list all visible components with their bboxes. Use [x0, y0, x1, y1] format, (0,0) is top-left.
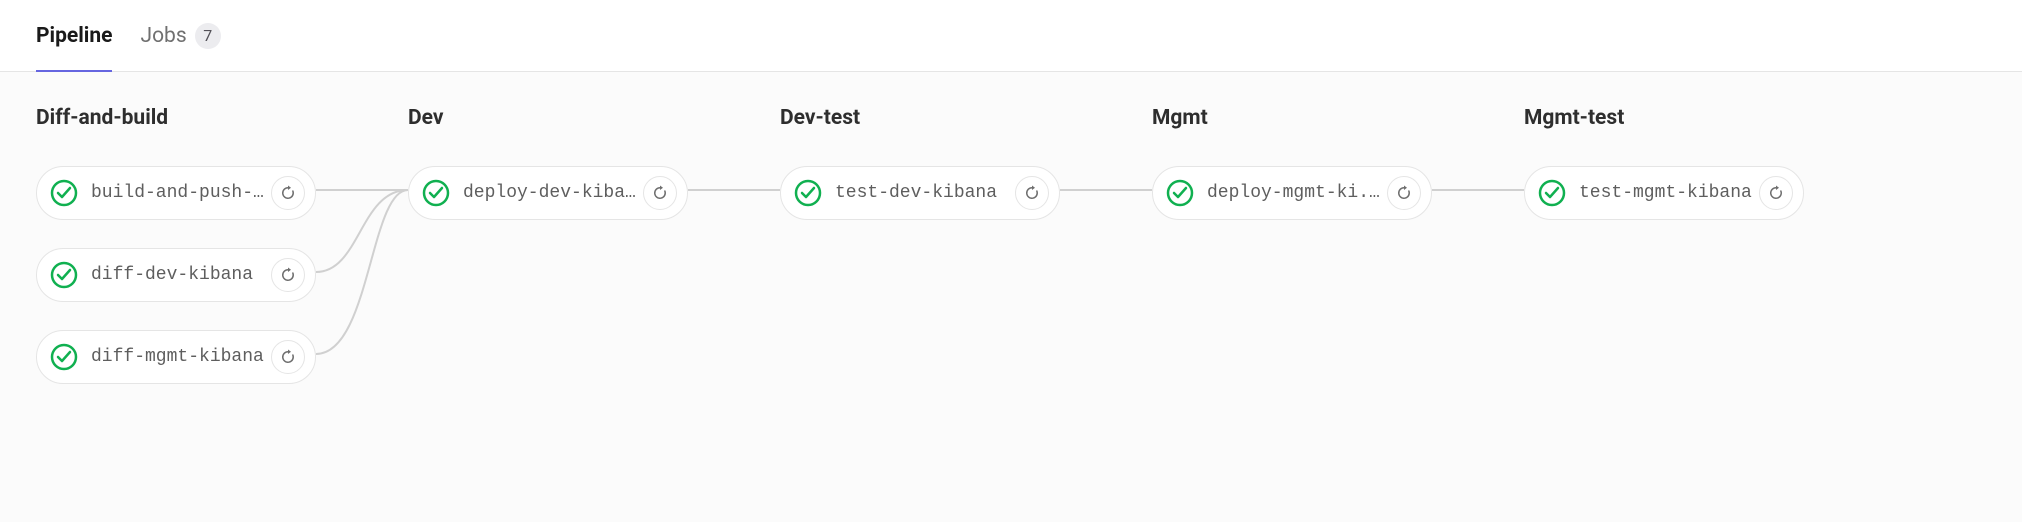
- success-icon: [1535, 176, 1569, 210]
- retry-icon: [279, 184, 297, 202]
- stage-title: Diff-and-build: [36, 106, 316, 130]
- retry-icon: [1395, 184, 1413, 202]
- retry-icon: [1023, 184, 1041, 202]
- retry-button[interactable]: [643, 176, 677, 210]
- retry-icon: [279, 348, 297, 366]
- job-name: build-and-push-...: [91, 183, 271, 203]
- tab-pipeline-label: Pipeline: [36, 24, 112, 48]
- success-icon: [47, 340, 81, 374]
- job-build-and-push[interactable]: build-and-push-...: [36, 166, 316, 220]
- tabs-bar: Pipeline Jobs 7: [0, 0, 2022, 72]
- stage-jobs: deploy-dev-kibana: [408, 166, 688, 220]
- stage-title: Mgmt-test: [1524, 106, 1804, 130]
- job-test-dev-kibana[interactable]: test-dev-kibana: [780, 166, 1060, 220]
- job-diff-mgmt-kibana[interactable]: diff-mgmt-kibana: [36, 330, 316, 384]
- jobs-count-badge: 7: [195, 23, 221, 49]
- retry-icon: [279, 266, 297, 284]
- retry-button[interactable]: [1387, 176, 1421, 210]
- retry-button[interactable]: [1759, 176, 1793, 210]
- tab-pipeline[interactable]: Pipeline: [36, 0, 112, 72]
- job-diff-dev-kibana[interactable]: diff-dev-kibana: [36, 248, 316, 302]
- job-name: deploy-mgmt-ki...: [1207, 183, 1387, 203]
- stage-jobs: test-dev-kibana: [780, 166, 1060, 220]
- job-deploy-mgmt-kibana[interactable]: deploy-mgmt-ki...: [1152, 166, 1432, 220]
- retry-button[interactable]: [271, 258, 305, 292]
- retry-button[interactable]: [271, 340, 305, 374]
- job-name: deploy-dev-kibana: [463, 183, 643, 203]
- job-name: test-dev-kibana: [835, 183, 1015, 203]
- retry-icon: [651, 184, 669, 202]
- stage-mgmt-test: Mgmt-test test-mgmt-kibana: [1524, 106, 1804, 384]
- job-name: diff-mgmt-kibana: [91, 347, 271, 367]
- stage-mgmt: Mgmt deploy-mgmt-ki...: [1152, 106, 1432, 384]
- success-icon: [47, 176, 81, 210]
- job-deploy-dev-kibana[interactable]: deploy-dev-kibana: [408, 166, 688, 220]
- stage-jobs: deploy-mgmt-ki...: [1152, 166, 1432, 220]
- retry-icon: [1767, 184, 1785, 202]
- success-icon: [419, 176, 453, 210]
- stage-title: Mgmt: [1152, 106, 1432, 130]
- job-name: diff-dev-kibana: [91, 265, 271, 285]
- retry-button[interactable]: [1015, 176, 1049, 210]
- stage-title: Dev-test: [780, 106, 1060, 130]
- pipeline-graph: Diff-and-build build-and-push-... diff-: [0, 72, 2022, 522]
- stage-diff-and-build: Diff-and-build build-and-push-... diff-: [36, 106, 316, 384]
- stage-title: Dev: [408, 106, 688, 130]
- success-icon: [1163, 176, 1197, 210]
- stage-jobs: test-mgmt-kibana: [1524, 166, 1804, 220]
- job-test-mgmt-kibana[interactable]: test-mgmt-kibana: [1524, 166, 1804, 220]
- success-icon: [47, 258, 81, 292]
- stage-dev: Dev deploy-dev-kibana: [408, 106, 688, 384]
- stage-dev-test: Dev-test test-dev-kibana: [780, 106, 1060, 384]
- retry-button[interactable]: [271, 176, 305, 210]
- tab-jobs[interactable]: Jobs 7: [140, 0, 220, 72]
- stages-row: Diff-and-build build-and-push-... diff-: [36, 106, 1986, 384]
- stage-jobs: build-and-push-... diff-dev-kibana: [36, 166, 316, 384]
- tab-jobs-label: Jobs: [140, 24, 186, 48]
- success-icon: [791, 176, 825, 210]
- job-name: test-mgmt-kibana: [1579, 183, 1759, 203]
